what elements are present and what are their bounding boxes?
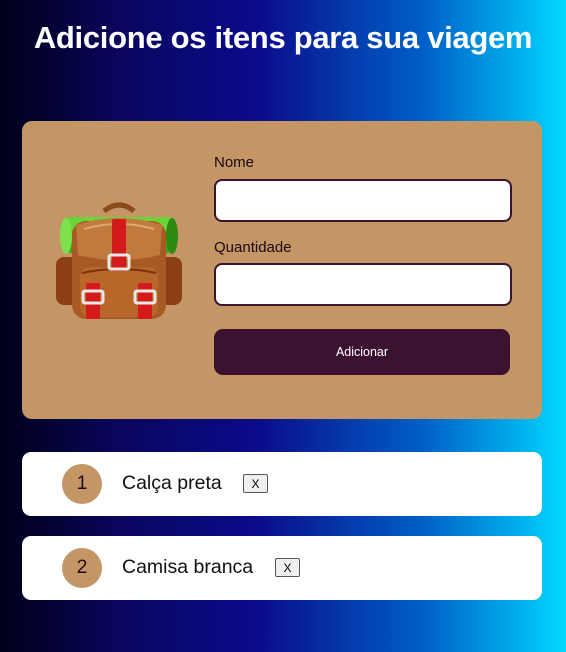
name-input[interactable] [214, 179, 512, 222]
quantity-badge: 2 [62, 548, 102, 588]
item-name: Calça preta [122, 472, 222, 494]
backpack-icon [56, 202, 182, 319]
quantity-input[interactable] [214, 263, 512, 306]
remove-item-button[interactable]: X [275, 558, 300, 577]
list-item: 2 Camisa branca X [22, 536, 542, 600]
list-item: 1 Calça preta X [22, 452, 542, 516]
add-item-form: Nome Quantidade Adicionar [22, 121, 542, 419]
quantity-label: Quantidade [214, 239, 292, 256]
remove-item-button[interactable]: X [243, 474, 268, 493]
quantity-badge: 1 [62, 464, 102, 504]
name-label: Nome [214, 154, 255, 171]
page-title: Adicione os itens para sua viagem [33, 20, 533, 55]
item-name: Camisa branca [122, 556, 254, 578]
add-button[interactable]: Adicionar [214, 329, 510, 375]
